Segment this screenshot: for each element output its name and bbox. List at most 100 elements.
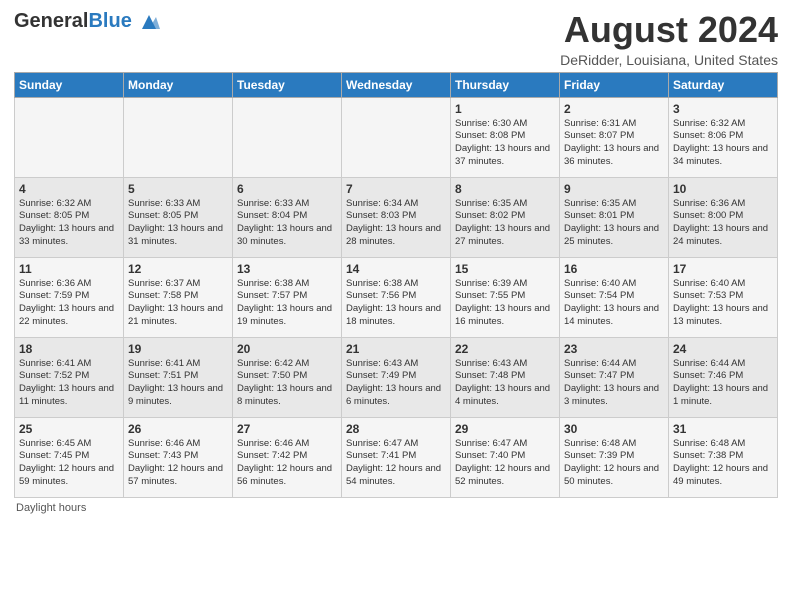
calendar-cell [124,97,233,177]
cell-info: Sunrise: 6:38 AMSunset: 7:56 PMDaylight:… [346,278,446,329]
calendar-cell: 25 Sunrise: 6:45 AMSunset: 7:45 PMDayligh… [15,417,124,497]
day-number: 25 [19,422,119,436]
cell-info: Sunrise: 6:33 AMSunset: 8:04 PMDaylight:… [237,198,337,249]
day-number: 28 [346,422,446,436]
calendar-cell: 11 Sunrise: 6:36 AMSunset: 7:59 PMDayligh… [15,257,124,337]
cell-info: Sunrise: 6:32 AMSunset: 8:05 PMDaylight:… [19,198,119,249]
calendar-cell [342,97,451,177]
day-number: 20 [237,342,337,356]
day-number: 31 [673,422,773,436]
calendar-cell: 29 Sunrise: 6:47 AMSunset: 7:40 PMDayligh… [451,417,560,497]
cell-info: Sunrise: 6:33 AMSunset: 8:05 PMDaylight:… [128,198,228,249]
cell-info: Sunrise: 6:44 AMSunset: 7:47 PMDaylight:… [564,358,664,409]
calendar-cell: 6 Sunrise: 6:33 AMSunset: 8:04 PMDaylight… [233,177,342,257]
calendar-cell: 24 Sunrise: 6:44 AMSunset: 7:46 PMDayligh… [669,337,778,417]
day-number: 30 [564,422,664,436]
cell-info: Sunrise: 6:35 AMSunset: 8:01 PMDaylight:… [564,198,664,249]
cell-info: Sunrise: 6:36 AMSunset: 8:00 PMDaylight:… [673,198,773,249]
header: GeneralBlue ​ August 2024 DeRidder, Loui… [14,10,778,68]
week-row-1: 1 Sunrise: 6:30 AMSunset: 8:08 PMDaylight… [15,97,778,177]
day-number: 1 [455,102,555,116]
col-header-tuesday: Tuesday [233,72,342,97]
day-number: 23 [564,342,664,356]
calendar-cell: 3 Sunrise: 6:32 AMSunset: 8:06 PMDaylight… [669,97,778,177]
calendar-cell: 10 Sunrise: 6:36 AMSunset: 8:00 PMDayligh… [669,177,778,257]
page-container: GeneralBlue ​ August 2024 DeRidder, Loui… [0,0,792,520]
cell-info: Sunrise: 6:48 AMSunset: 7:39 PMDaylight:… [564,438,664,489]
cell-info: Sunrise: 6:44 AMSunset: 7:46 PMDaylight:… [673,358,773,409]
cell-info: Sunrise: 6:40 AMSunset: 7:54 PMDaylight:… [564,278,664,329]
day-number: 22 [455,342,555,356]
calendar-cell: 13Sunrise: 6:38 AMSunset: 7:57 PMDayligh… [233,257,342,337]
logo-icon [138,11,160,33]
week-row-5: 25 Sunrise: 6:45 AMSunset: 7:45 PMDayligh… [15,417,778,497]
cell-info: Sunrise: 6:46 AMSunset: 7:42 PMDaylight:… [237,438,337,489]
calendar-cell: 2Sunrise: 6:31 AMSunset: 8:07 PMDaylight… [560,97,669,177]
calendar-cell: 9 Sunrise: 6:35 AMSunset: 8:01 PMDaylight… [560,177,669,257]
calendar-cell: 26Sunrise: 6:46 AMSunset: 7:43 PMDayligh… [124,417,233,497]
cell-info: Sunrise: 6:36 AMSunset: 7:59 PMDaylight:… [19,278,119,329]
day-number: 6 [237,182,337,196]
cell-info: Sunrise: 6:48 AMSunset: 7:38 PMDaylight:… [673,438,773,489]
cell-info: Sunrise: 6:42 AMSunset: 7:50 PMDaylight:… [237,358,337,409]
day-number: 8 [455,182,555,196]
cell-info: Sunrise: 6:37 AMSunset: 7:58 PMDaylight:… [128,278,228,329]
day-number: 12 [128,262,228,276]
cell-info: Sunrise: 6:30 AMSunset: 8:08 PMDaylight:… [455,118,555,169]
calendar-cell: 23 Sunrise: 6:44 AMSunset: 7:47 PMDayligh… [560,337,669,417]
calendar-cell: 8 Sunrise: 6:35 AMSunset: 8:02 PMDaylight… [451,177,560,257]
day-number: 15 [455,262,555,276]
calendar-cell: 18Sunrise: 6:41 AMSunset: 7:52 PMDayligh… [15,337,124,417]
day-number: 7 [346,182,446,196]
subtitle: DeRidder, Louisiana, United States [560,52,778,68]
cell-info: Sunrise: 6:35 AMSunset: 8:02 PMDaylight:… [455,198,555,249]
calendar-cell: 5 Sunrise: 6:33 AMSunset: 8:05 PMDaylight… [124,177,233,257]
calendar-cell [15,97,124,177]
calendar-cell: 17Sunrise: 6:40 AMSunset: 7:53 PMDayligh… [669,257,778,337]
week-row-4: 18Sunrise: 6:41 AMSunset: 7:52 PMDayligh… [15,337,778,417]
day-number: 29 [455,422,555,436]
day-number: 16 [564,262,664,276]
calendar-cell: 15Sunrise: 6:39 AMSunset: 7:55 PMDayligh… [451,257,560,337]
cell-info: Sunrise: 6:38 AMSunset: 7:57 PMDaylight:… [237,278,337,329]
calendar-cell: 1 Sunrise: 6:30 AMSunset: 8:08 PMDaylight… [451,97,560,177]
cell-info: Sunrise: 6:47 AMSunset: 7:40 PMDaylight:… [455,438,555,489]
title-block: August 2024 DeRidder, Louisiana, United … [560,10,778,68]
cell-info: Sunrise: 6:45 AMSunset: 7:45 PMDaylight:… [19,438,119,489]
day-number: 24 [673,342,773,356]
day-number: 10 [673,182,773,196]
day-number: 14 [346,262,446,276]
week-row-2: 4Sunrise: 6:32 AMSunset: 8:05 PMDaylight… [15,177,778,257]
calendar-cell [233,97,342,177]
day-number: 19 [128,342,228,356]
day-number: 11 [19,262,119,276]
cell-info: Sunrise: 6:43 AMSunset: 7:48 PMDaylight:… [455,358,555,409]
header-row: SundayMondayTuesdayWednesdayThursdayFrid… [15,72,778,97]
day-number: 5 [128,182,228,196]
cell-info: Sunrise: 6:43 AMSunset: 7:49 PMDaylight:… [346,358,446,409]
week-row-3: 11 Sunrise: 6:36 AMSunset: 7:59 PMDayligh… [15,257,778,337]
col-header-wednesday: Wednesday [342,72,451,97]
day-number: 9 [564,182,664,196]
calendar-cell: 22 Sunrise: 6:43 AMSunset: 7:48 PMDayligh… [451,337,560,417]
calendar-cell: 21 Sunrise: 6:43 AMSunset: 7:49 PMDayligh… [342,337,451,417]
calendar-cell: 14 Sunrise: 6:38 AMSunset: 7:56 PMDayligh… [342,257,451,337]
calendar-cell: 16 Sunrise: 6:40 AMSunset: 7:54 PMDayligh… [560,257,669,337]
calendar-cell: 28Sunrise: 6:47 AMSunset: 7:41 PMDayligh… [342,417,451,497]
day-number: 26 [128,422,228,436]
logo: GeneralBlue ​ [14,10,160,53]
calendar-cell: 31 Sunrise: 6:48 AMSunset: 7:38 PMDayligh… [669,417,778,497]
day-number: 21 [346,342,446,356]
footer: Daylight hours [14,502,778,514]
day-number: 17 [673,262,773,276]
col-header-friday: Friday [560,72,669,97]
calendar-cell: 27 Sunrise: 6:46 AMSunset: 7:42 PMDayligh… [233,417,342,497]
main-title: August 2024 [560,10,778,50]
col-header-monday: Monday [124,72,233,97]
cell-info: Sunrise: 6:34 AMSunset: 8:03 PMDaylight:… [346,198,446,249]
day-number: 27 [237,422,337,436]
day-number: 3 [673,102,773,116]
cell-info: Sunrise: 6:32 AMSunset: 8:06 PMDaylight:… [673,118,773,169]
logo-general: General [14,10,88,32]
col-header-saturday: Saturday [669,72,778,97]
